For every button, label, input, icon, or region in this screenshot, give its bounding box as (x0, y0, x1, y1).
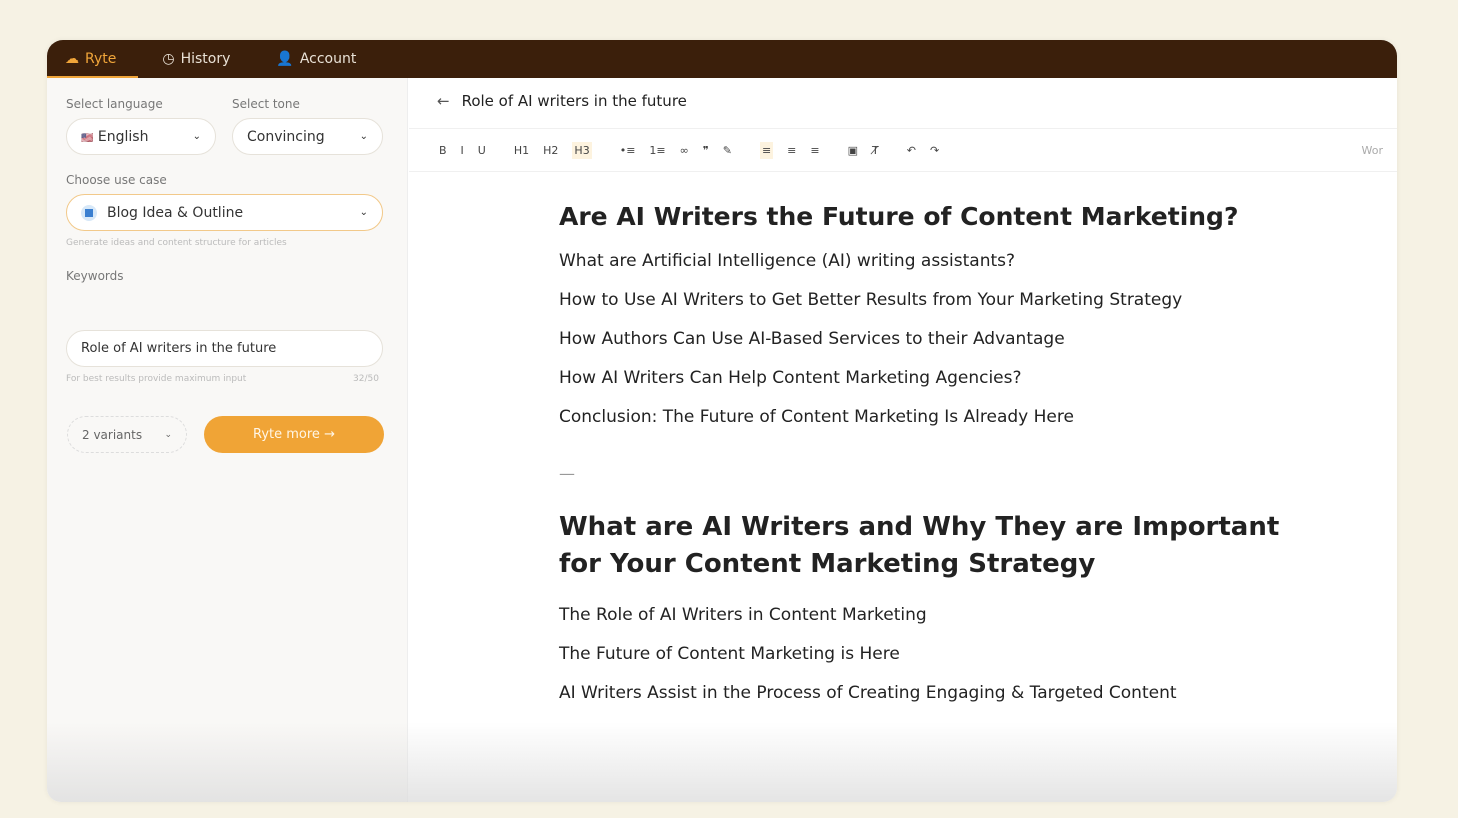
bold-button[interactable]: B (439, 144, 447, 157)
tab-history[interactable]: ◷ History (162, 40, 230, 78)
link-button[interactable]: ∞ (680, 144, 689, 157)
usecase-hint: Generate ideas and content structure for… (66, 238, 287, 248)
document-title: Role of AI writers in the future (461, 92, 687, 110)
blog-icon (81, 204, 97, 221)
align-right-button[interactable]: ≡ (810, 144, 819, 157)
keywords-input[interactable]: Role of AI writers in the future (66, 330, 383, 367)
subheading: What are Artificial Intelligence (AI) wr… (559, 251, 1016, 271)
back-arrow-icon[interactable]: ← (437, 92, 450, 110)
editor-toolbar: B I U H1 H2 H3 •≡ 1≡ ∞ ❞ ✎ ≡ ≡ ≡ ▣ T̸ ↶ ↷ Wor (409, 128, 1397, 172)
highlight-button[interactable]: ✎ (723, 144, 732, 157)
bottom-fade (47, 722, 1397, 802)
heading-2: What are AI Writers and Why They are Imp… (559, 512, 1280, 579)
us-flag-icon: 🇺🇸 (81, 132, 94, 144)
keywords-count: 32/50 (353, 374, 379, 384)
history-icon: ◷ (162, 51, 175, 67)
user-icon: 👤 (276, 51, 294, 67)
language-label: Select language (66, 97, 163, 111)
document-content: Are AI Writers the Future of Content Mar… (559, 202, 1319, 722)
top-nav: ☁ Ryte ◷ History 👤 Account (47, 40, 1397, 78)
subheading: Conclusion: The Future of Content Market… (559, 407, 1074, 427)
word-count-label: Wor (1361, 143, 1383, 157)
tab-ryte[interactable]: ☁ Ryte (47, 40, 139, 78)
underline-button[interactable]: U (478, 144, 486, 157)
clear-format-button[interactable]: T̸ (872, 144, 879, 157)
redo-button[interactable]: ↷ (930, 144, 939, 157)
tone-label: Select tone (232, 97, 300, 111)
quote-button[interactable]: ❞ (703, 144, 709, 157)
heading-1: Are AI Writers the Future of Content Mar… (559, 202, 1239, 231)
usecase-label: Choose use case (66, 173, 167, 187)
subheading: How to Use AI Writers to Get Better Resu… (559, 290, 1183, 310)
app-window: ☁ Ryte ◷ History 👤 Account Select language … (47, 40, 1397, 802)
align-center-button[interactable]: ≡ (787, 144, 796, 157)
subheading: AI Writers Assist in the Process of Crea… (559, 683, 1177, 703)
subheading: How AI Writers Can Help Content Marketin… (559, 368, 1022, 388)
image-button[interactable]: ▣ (848, 144, 858, 157)
align-left-button[interactable]: ≡ (759, 141, 774, 159)
italic-button[interactable]: I (461, 144, 464, 157)
tone-select[interactable]: Convincing ⌄ (232, 118, 383, 155)
undo-button[interactable]: ↶ (907, 144, 916, 157)
keywords-label: Keywords (66, 269, 124, 283)
editor: ← Role of AI writers in the future B I U H1 H… (409, 78, 1397, 802)
ryte-logo-icon: ☁ (65, 51, 79, 67)
variants-select[interactable]: 2 variants ⌄ (67, 416, 187, 453)
usecase-select[interactable]: Blog Idea & Outline ⌄ (66, 194, 383, 231)
language-select[interactable]: 🇺🇸 English ⌄ (66, 118, 216, 155)
chevron-down-icon: ⌄ (359, 207, 368, 218)
subheading: The Future of Content Marketing is Here (559, 644, 900, 664)
separator: — (559, 464, 575, 483)
chevron-down-icon: ⌄ (192, 131, 201, 142)
subheading: How Authors Can Use AI-Based Services to… (559, 329, 1065, 349)
chevron-down-icon: ⌄ (164, 429, 172, 440)
tab-account[interactable]: 👤 Account (276, 40, 356, 78)
chevron-down-icon: ⌄ (359, 131, 368, 142)
bullet-list-button[interactable]: •≡ (620, 144, 636, 157)
numbered-list-button[interactable]: 1≡ (649, 144, 665, 157)
sidebar: Select language Select tone 🇺🇸 English ⌄ … (47, 78, 408, 802)
h1-button[interactable]: H1 (514, 144, 529, 157)
ryte-more-button[interactable]: Ryte more → (204, 416, 384, 453)
subheading: The Role of AI Writers in Content Market… (559, 605, 927, 625)
h2-button[interactable]: H2 (543, 144, 558, 157)
h3-button[interactable]: H3 (572, 141, 592, 159)
keywords-hint: For best results provide maximum input (66, 374, 247, 384)
